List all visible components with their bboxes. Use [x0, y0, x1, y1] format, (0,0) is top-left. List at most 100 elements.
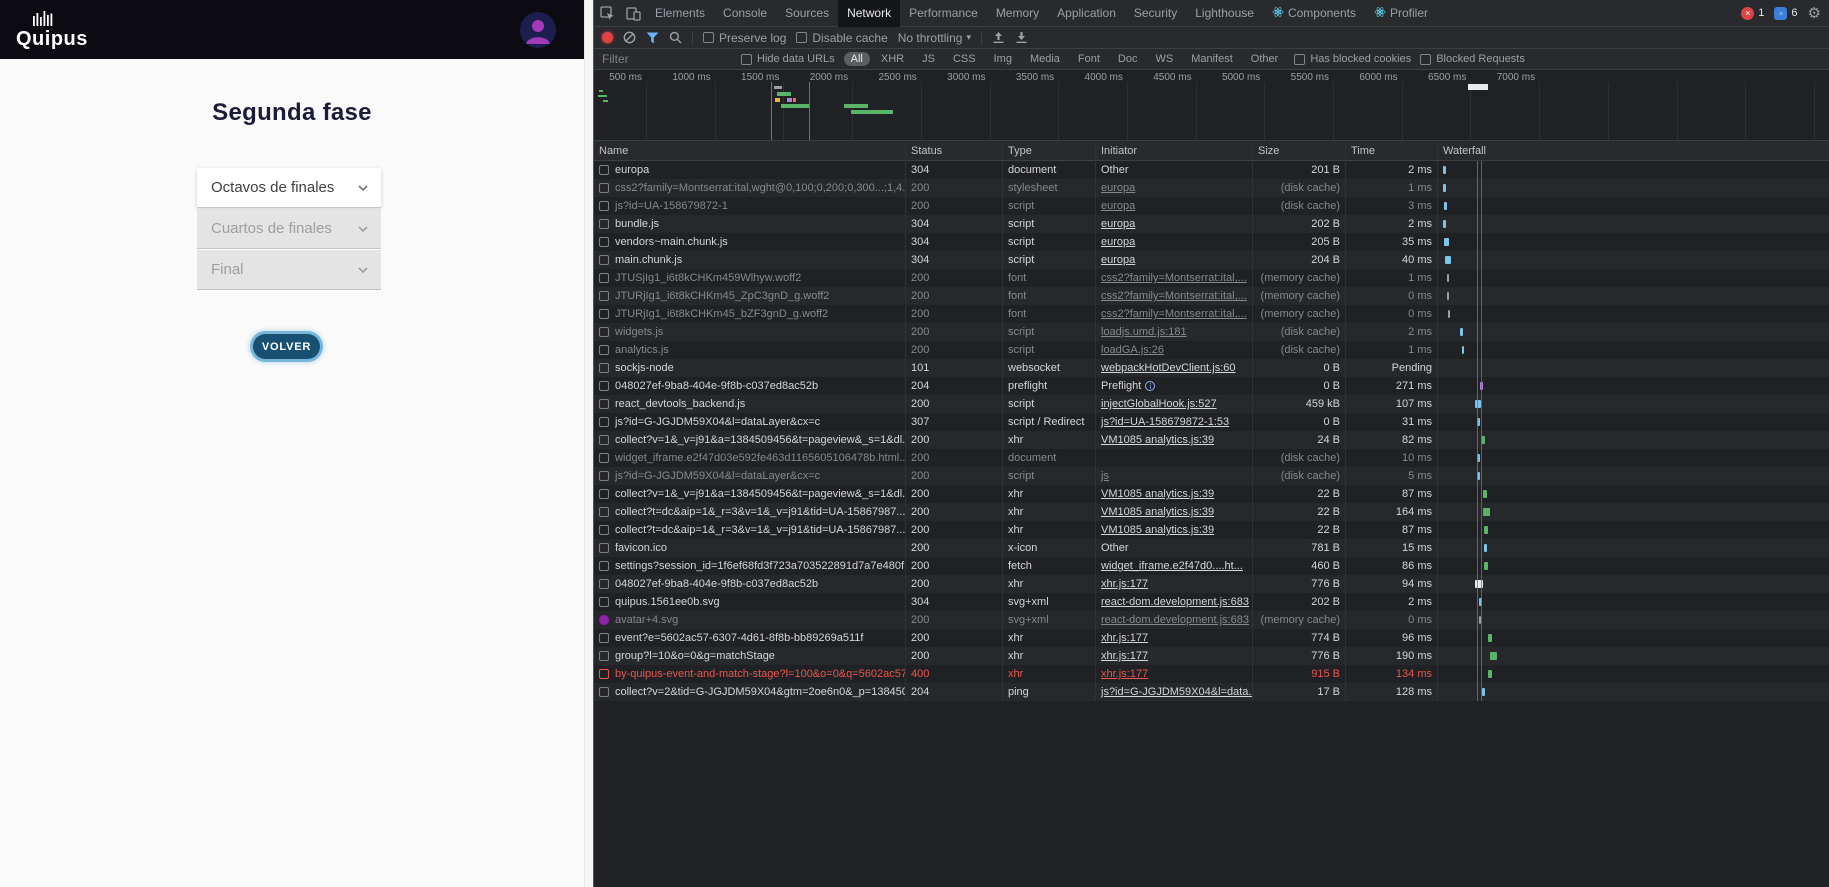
filter-pill-ws[interactable]: WS	[1148, 52, 1180, 66]
quipus-logo[interactable]: Quipus	[16, 11, 88, 49]
initiator-link[interactable]: VM1085 analytics.js:39	[1101, 434, 1214, 446]
request-row[interactable]: js?id=G-JGJDM59X04&l=dataLayer&cx=c307sc…	[594, 413, 1829, 431]
filter-pill-media[interactable]: Media	[1023, 52, 1067, 66]
app-scrollbar[interactable]	[584, 0, 593, 887]
filter-pill-doc[interactable]: Doc	[1111, 52, 1145, 66]
initiator-link[interactable]: VM1085 analytics.js:39	[1101, 488, 1214, 500]
request-row[interactable]: js?id=UA-158679872-1200scripteuropa(disk…	[594, 197, 1829, 215]
request-row[interactable]: group?l=10&o=0&g=matchStage200xhrxhr.js:…	[594, 647, 1829, 665]
filter-pill-manifest[interactable]: Manifest	[1184, 52, 1240, 66]
initiator-link[interactable]: injectGlobalHook.js:527	[1101, 398, 1217, 410]
export-har-icon[interactable]	[1015, 31, 1028, 44]
request-row[interactable]: event?e=5602ac57-6307-4d61-8f8b-bb89269a…	[594, 629, 1829, 647]
initiator-link[interactable]: react-dom.development.js:683	[1101, 614, 1249, 626]
filter-input[interactable]	[602, 52, 732, 66]
column-header-waterfall[interactable]: Waterfall	[1438, 141, 1827, 161]
request-row[interactable]: 048027ef-9ba8-404e-9f8b-c037ed8ac52b204p…	[594, 377, 1829, 395]
request-row[interactable]: settings?session_id=1f6ef68fd3f723a70352…	[594, 557, 1829, 575]
blocked-requests-checkbox[interactable]: Blocked Requests	[1420, 53, 1525, 65]
tab-elements[interactable]: Elements	[646, 0, 714, 27]
request-row[interactable]: bundle.js304scripteuropa202 B2 ms	[594, 215, 1829, 233]
select-octavos[interactable]: Octavos de finales	[197, 168, 381, 208]
clear-button[interactable]	[623, 31, 636, 44]
initiator-link[interactable]: webpackHotDevClient.js:60	[1101, 362, 1236, 374]
tab-lighthouse[interactable]: Lighthouse	[1186, 0, 1263, 27]
request-row[interactable]: react_devtools_backend.js200scriptinject…	[594, 395, 1829, 413]
filter-pill-js[interactable]: JS	[915, 52, 942, 66]
initiator-link[interactable]: loadjs.umd.js:181	[1101, 326, 1187, 338]
request-row[interactable]: widgets.js200scriptloadjs.umd.js:181(dis…	[594, 323, 1829, 341]
initiator-link[interactable]: VM1085 analytics.js:39	[1101, 506, 1214, 518]
request-row[interactable]: css2?family=Montserrat:ital,wght@0,100;0…	[594, 179, 1829, 197]
tab-memory[interactable]: Memory	[987, 0, 1048, 27]
column-header-size[interactable]: Size	[1253, 141, 1346, 161]
request-row[interactable]: collect?v=1&_v=j91&a=1384509456&t=pagevi…	[594, 485, 1829, 503]
network-overview-timeline[interactable]: 500 ms1000 ms1500 ms2000 ms2500 ms3000 m…	[594, 70, 1829, 141]
device-toolbar-icon[interactable]	[620, 0, 646, 26]
column-header-name[interactable]: Name	[594, 141, 906, 161]
request-row[interactable]: 048027ef-9ba8-404e-9f8b-c037ed8ac52b200x…	[594, 575, 1829, 593]
column-header-type[interactable]: Type	[1003, 141, 1096, 161]
initiator-link[interactable]: react-dom.development.js:683	[1101, 596, 1249, 608]
initiator-link[interactable]: xhr.js:177	[1101, 650, 1148, 662]
request-row[interactable]: favicon.ico200x-iconOther781 B15 ms	[594, 539, 1829, 557]
inspect-element-icon[interactable]	[594, 0, 620, 26]
initiator-link[interactable]: css2?family=Montserrat:ital,...	[1101, 272, 1247, 284]
request-row[interactable]: collect?t=dc&aip=1&_r=3&v=1&_v=j91&tid=U…	[594, 521, 1829, 539]
has-blocked-cookies-checkbox[interactable]: Has blocked cookies	[1294, 53, 1411, 65]
search-icon[interactable]	[669, 31, 682, 44]
tab-components[interactable]: Components	[1263, 0, 1365, 27]
tab-console[interactable]: Console	[714, 0, 776, 27]
initiator-link[interactable]: js?id=UA-158679872-1:53	[1101, 416, 1229, 428]
initiator-link[interactable]: europa	[1101, 236, 1135, 248]
column-header-initiator[interactable]: Initiator	[1096, 141, 1253, 161]
filter-pill-css[interactable]: CSS	[946, 52, 983, 66]
request-row[interactable]: europa304documentOther201 B2 ms	[594, 161, 1829, 179]
record-button[interactable]	[602, 32, 613, 43]
request-row[interactable]: sockjs-node101websocketwebpackHotDevClie…	[594, 359, 1829, 377]
volver-button[interactable]: VOLVER	[253, 334, 320, 359]
request-row[interactable]: collect?v=2&tid=G-JGJDM59X04&gtm=2oe6n0&…	[594, 683, 1829, 701]
initiator-link[interactable]: europa	[1101, 200, 1135, 212]
request-row[interactable]: js?id=G-JGJDM59X04&l=dataLayer&cx=c200sc…	[594, 467, 1829, 485]
request-row[interactable]: widget_iframe.e2f47d03e592fe463d11656051…	[594, 449, 1829, 467]
initiator-link[interactable]: css2?family=Montserrat:ital,...	[1101, 308, 1247, 320]
tab-performance[interactable]: Performance	[900, 0, 987, 27]
tab-security[interactable]: Security	[1125, 0, 1186, 27]
tab-application[interactable]: Application	[1048, 0, 1125, 27]
request-row[interactable]: collect?v=1&_v=j91&a=1384509456&t=pagevi…	[594, 431, 1829, 449]
initiator-link[interactable]: europa	[1101, 218, 1135, 230]
request-row[interactable]: JTURjIg1_i6t8kCHKm45_bZF3gnD_g.woff2200f…	[594, 305, 1829, 323]
request-row[interactable]: analytics.js200scriptloadGA.js:26(disk c…	[594, 341, 1829, 359]
settings-gear-icon[interactable]: ⚙	[1808, 4, 1821, 22]
import-har-icon[interactable]	[992, 31, 1005, 44]
filter-pill-all[interactable]: All	[844, 52, 870, 66]
column-header-status[interactable]: Status	[906, 141, 1003, 161]
request-row[interactable]: JTUSjIg1_i6t8kCHKm459Wlhyw.woff2200fontc…	[594, 269, 1829, 287]
request-row[interactable]: quipus.1561ee0b.svg304svg+xmlreact-dom.d…	[594, 593, 1829, 611]
initiator-link[interactable]: xhr.js:177	[1101, 668, 1148, 680]
initiator-link[interactable]: js	[1101, 470, 1109, 482]
initiator-link[interactable]: xhr.js:177	[1101, 578, 1148, 590]
initiator-link[interactable]: js?id=G-JGJDM59X04&l=data...	[1101, 686, 1253, 698]
column-header-time[interactable]: Time	[1346, 141, 1438, 161]
initiator-link[interactable]: loadGA.js:26	[1101, 344, 1164, 356]
filter-pill-font[interactable]: Font	[1071, 52, 1107, 66]
disable-cache-checkbox[interactable]: Disable cache	[796, 31, 887, 45]
request-row[interactable]: by-quipus-event-and-match-stage?l=100&o=…	[594, 665, 1829, 683]
error-badge[interactable]: × 1	[1741, 7, 1764, 20]
filter-pill-img[interactable]: Img	[987, 52, 1019, 66]
avatar[interactable]	[520, 12, 556, 48]
request-row[interactable]: main.chunk.js304scripteuropa204 B40 ms	[594, 251, 1829, 269]
request-row[interactable]: avatar+4.svg200svg+xmlreact-dom.developm…	[594, 611, 1829, 629]
filter-pill-other[interactable]: Other	[1244, 52, 1286, 66]
initiator-link[interactable]: xhr.js:177	[1101, 632, 1148, 644]
initiator-link[interactable]: VM1085 analytics.js:39	[1101, 524, 1214, 536]
request-row[interactable]: JTURjIg1_i6t8kCHKm45_ZpC3gnD_g.woff2200f…	[594, 287, 1829, 305]
initiator-link[interactable]: css2?family=Montserrat:ital,...	[1101, 290, 1247, 302]
initiator-link[interactable]: europa	[1101, 182, 1135, 194]
request-row[interactable]: vendors~main.chunk.js304scripteuropa205 …	[594, 233, 1829, 251]
hide-data-urls-checkbox[interactable]: Hide data URLs	[741, 53, 835, 65]
preserve-log-checkbox[interactable]: Preserve log	[703, 31, 786, 45]
tab-sources[interactable]: Sources	[776, 0, 838, 27]
